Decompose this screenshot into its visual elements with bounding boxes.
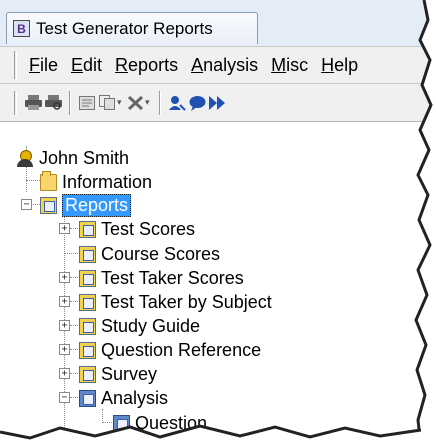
toolbar: ▾ ▾: [0, 84, 436, 122]
tree-node-survey[interactable]: Survey: [79, 362, 157, 386]
menu-help[interactable]: Help: [321, 55, 358, 76]
tree-label-analysis: Analysis: [101, 387, 169, 408]
collapse-reports-icon[interactable]: −: [21, 199, 32, 210]
tree-label-course-scores: Course Scores: [101, 243, 221, 264]
report-icon: [79, 220, 96, 238]
analysis-icon: [79, 389, 96, 407]
expand-test-taker-by-subject-icon[interactable]: +: [59, 296, 70, 307]
tree-label-question-reference: Question Reference: [101, 339, 262, 360]
title-bar: B Test Generator Reports: [0, 0, 436, 46]
tree-node-user[interactable]: John Smith: [17, 146, 129, 170]
tree-connector: [70, 301, 78, 302]
tree-label-test-taker-scores: Test Taker Scores: [101, 267, 244, 288]
menu-grip[interactable]: [14, 51, 17, 79]
tree-connector: [26, 180, 40, 181]
print-preview-icon[interactable]: [43, 92, 63, 114]
tree-connector: [70, 277, 78, 278]
toolbar-grip[interactable]: [14, 90, 17, 115]
tree-node-question[interactable]: Question: [113, 411, 207, 435]
tree-connector: [64, 253, 78, 254]
tree-node-reports[interactable]: Reports: [40, 193, 132, 217]
copy-dropdown-icon[interactable]: ▾: [117, 97, 125, 108]
forward-icon[interactable]: [207, 92, 227, 114]
menu-reports[interactable]: Reports: [115, 55, 178, 76]
tree-label-survey: Survey: [101, 363, 158, 384]
expand-question-reference-icon[interactable]: +: [59, 344, 70, 355]
report-icon: [79, 365, 96, 383]
tree-node-analysis[interactable]: Analysis: [79, 386, 168, 410]
tree-connector: [70, 325, 78, 326]
app-icon: B: [13, 20, 30, 37]
tree-label-study-guide: Study Guide: [101, 315, 201, 336]
toolbar-separator-2: [159, 90, 161, 115]
tree-node-study-guide[interactable]: Study Guide: [79, 314, 200, 338]
tools-dropdown-icon[interactable]: ▾: [145, 97, 153, 108]
tree-connector: [102, 409, 103, 423]
tree-connector: [70, 349, 78, 350]
tree-label-information: Information: [62, 171, 153, 192]
chat-icon[interactable]: [187, 92, 207, 114]
report-icon[interactable]: [77, 92, 97, 114]
expand-study-guide-icon[interactable]: +: [59, 320, 70, 331]
user-icon: [17, 149, 34, 167]
tree-node-course-scores[interactable]: Course Scores: [79, 242, 220, 266]
tree-node-information[interactable]: Information: [40, 170, 152, 194]
tree-connector: [70, 397, 78, 398]
expand-survey-icon[interactable]: +: [59, 368, 70, 379]
menu-file[interactable]: File: [29, 55, 58, 76]
tree-node-test-scores[interactable]: Test Scores: [79, 217, 195, 241]
report-tree: John Smith Information − Reports + Test …: [0, 122, 436, 447]
toolbar-separator: [69, 90, 71, 115]
tree-connector: [70, 373, 78, 374]
menu-edit[interactable]: Edit: [71, 55, 102, 76]
app-window: B Test Generator Reports File Edit Repor…: [0, 0, 436, 447]
menu-bar: File Edit Reports Analysis Misc Help: [0, 46, 436, 84]
window-title: Test Generator Reports: [36, 18, 213, 38]
expand-test-taker-scores-icon[interactable]: +: [59, 272, 70, 283]
tree-node-test-taker-by-subject[interactable]: Test Taker by Subject: [79, 290, 272, 314]
report-icon: [79, 245, 96, 263]
expand-test-scores-icon[interactable]: +: [59, 223, 70, 234]
tree-label-test-taker-by-subject: Test Taker by Subject: [101, 291, 272, 312]
tree-label-user: John Smith: [39, 147, 130, 168]
report-icon: [79, 341, 96, 359]
report-icon: [79, 293, 96, 311]
tree-label-reports: Reports: [62, 193, 132, 217]
copy-icon[interactable]: [97, 92, 117, 114]
menu-analysis[interactable]: Analysis: [191, 55, 258, 76]
tools-icon[interactable]: [125, 92, 145, 114]
print-icon[interactable]: [23, 92, 43, 114]
report-folder-icon: [40, 196, 57, 214]
analysis-icon: [113, 414, 130, 432]
report-icon: [79, 317, 96, 335]
window-title-tab[interactable]: B Test Generator Reports: [6, 12, 258, 44]
tree-connector: [70, 228, 78, 229]
tree-node-question-reference[interactable]: Question Reference: [79, 338, 261, 362]
tree-connector: [102, 422, 112, 423]
menu-misc[interactable]: Misc: [271, 55, 308, 76]
folder-icon: [40, 170, 57, 191]
tree-label-question: Question: [135, 412, 208, 433]
collapse-analysis-icon[interactable]: −: [59, 392, 70, 403]
report-icon: [79, 269, 96, 287]
tree-node-test-taker-scores[interactable]: Test Taker Scores: [79, 266, 244, 290]
user-search-icon[interactable]: [167, 92, 187, 114]
tree-label-test-scores: Test Scores: [101, 218, 196, 239]
